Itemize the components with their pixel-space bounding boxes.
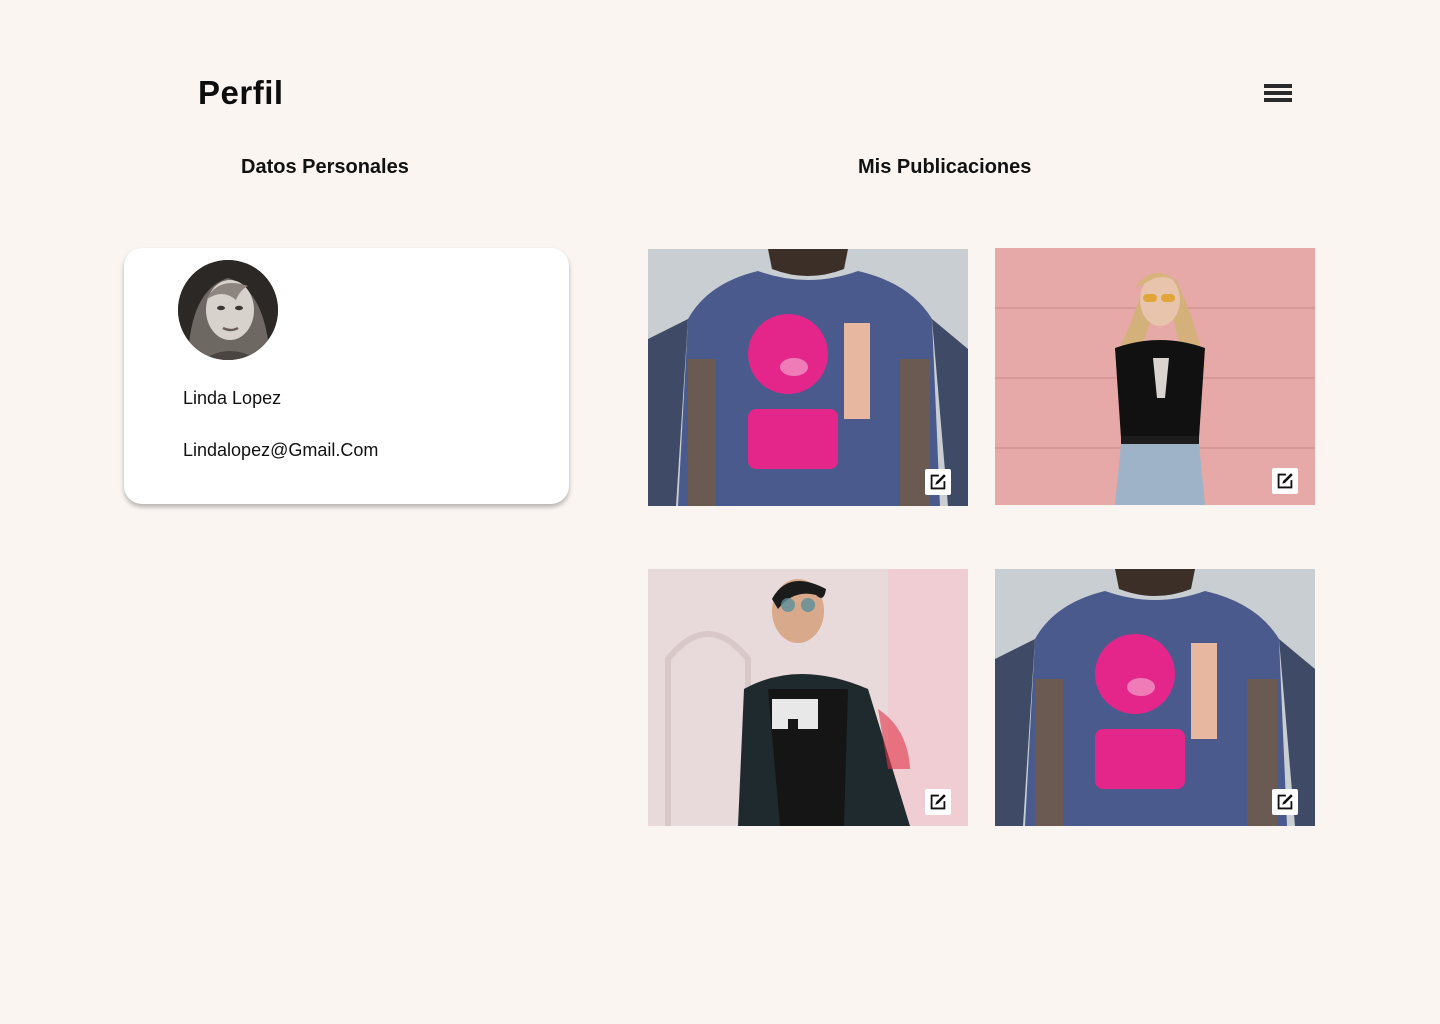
avatar-portrait	[178, 260, 278, 360]
my-posts-heading: Mis Publicaciones	[858, 156, 1032, 178]
post-card[interactable]	[648, 249, 968, 506]
edit-icon	[930, 794, 946, 810]
edit-icon	[1277, 473, 1293, 489]
post-image	[648, 569, 968, 826]
post-card[interactable]	[648, 569, 968, 826]
edit-button[interactable]	[925, 789, 951, 815]
profile-card: Linda Lopez Lindalopez@Gmail.Com	[124, 248, 569, 504]
post-image	[648, 249, 968, 506]
edit-button[interactable]	[1272, 468, 1298, 494]
edit-icon	[930, 474, 946, 490]
edit-button[interactable]	[1272, 789, 1298, 815]
personal-data-heading: Datos Personales	[241, 156, 409, 178]
profile-name: Linda Lopez	[183, 388, 282, 408]
post-image	[995, 569, 1315, 826]
menu-line	[1264, 84, 1292, 88]
profile-page: Perfil Datos Personales Mis Publicacione…	[0, 0, 1440, 1024]
post-image	[995, 248, 1315, 505]
page-title: Perfil	[198, 74, 284, 111]
hamburger-menu-icon[interactable]	[1262, 82, 1294, 104]
post-card[interactable]	[995, 248, 1315, 505]
edit-icon	[1277, 794, 1293, 810]
profile-email: Lindalopez@Gmail.Com	[183, 440, 379, 460]
post-card[interactable]	[995, 569, 1315, 826]
avatar[interactable]	[178, 260, 278, 360]
edit-button[interactable]	[925, 469, 951, 495]
menu-line	[1264, 91, 1292, 95]
menu-line	[1264, 98, 1292, 102]
